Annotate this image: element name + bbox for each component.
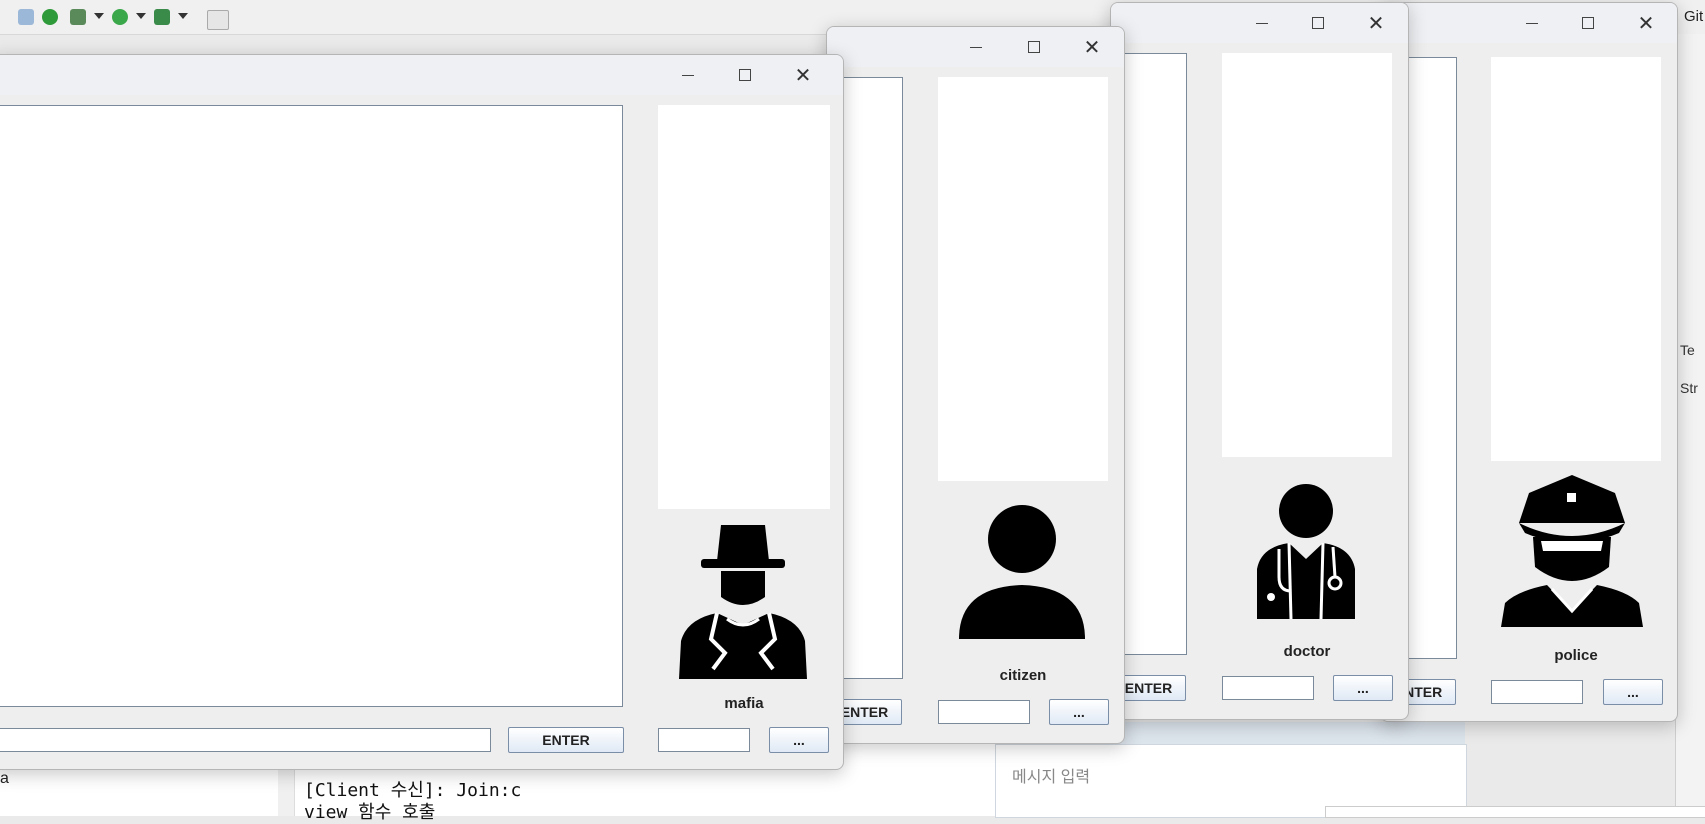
enter-button[interactable]: ENTER: [508, 727, 624, 753]
mafia-game-window: ✕ mafia ENTER ...: [0, 54, 844, 770]
chevron-down-icon[interactable]: [178, 13, 188, 19]
user-list[interactable]: [1491, 57, 1661, 461]
ide-left-text: a: [0, 770, 9, 787]
citizen-game-window: ✕ citizen ENTER ...: [826, 26, 1125, 744]
chat-message-input[interactable]: [0, 728, 491, 752]
role-input-field[interactable]: [938, 700, 1030, 724]
debug-icon[interactable]: [70, 9, 86, 25]
ide-right-panel: Te Str: [1675, 34, 1705, 816]
run-icon[interactable]: [112, 9, 128, 25]
more-button[interactable]: ...: [769, 727, 829, 753]
doctor-silhouette-icon: [1257, 484, 1355, 620]
minimize-button[interactable]: [1251, 12, 1273, 34]
minimize-button[interactable]: [677, 64, 699, 86]
chevron-down-icon[interactable]: [94, 13, 104, 19]
chevron-down-icon[interactable]: [136, 13, 146, 19]
power-icon[interactable]: [42, 9, 58, 25]
console-line: view 함수 호출: [304, 802, 436, 823]
mafia-silhouette-icon: [679, 525, 807, 679]
message-placeholder: 메시지 입력: [1012, 769, 1091, 786]
role-label-doctor: doctor: [1283, 643, 1331, 660]
maximize-button[interactable]: [1023, 36, 1045, 58]
user-list[interactable]: [1222, 53, 1392, 457]
minimize-button[interactable]: [1521, 12, 1543, 34]
right-panel-label[interactable]: Str: [1680, 380, 1698, 396]
window-titlebar[interactable]: [0, 55, 843, 95]
role-label-police: police: [1554, 647, 1598, 664]
doctor-game-window: ✕ doctor ENTER ...: [1110, 2, 1409, 720]
role-input-field[interactable]: [1222, 676, 1314, 700]
close-button[interactable]: ✕: [1365, 12, 1387, 35]
git-perspective-label[interactable]: Git: [1684, 8, 1703, 25]
maximize-button[interactable]: [1307, 12, 1329, 34]
close-button[interactable]: ✕: [1635, 12, 1657, 35]
close-button[interactable]: ✕: [1081, 36, 1103, 59]
bottom-popup: [1325, 806, 1705, 818]
coverage-icon[interactable]: [154, 9, 170, 25]
minimize-button[interactable]: [965, 36, 987, 58]
close-button[interactable]: ✕: [792, 64, 814, 87]
more-button[interactable]: ...: [1333, 675, 1393, 701]
role-label-mafia: mafia: [724, 695, 764, 712]
user-list[interactable]: [938, 77, 1108, 481]
more-button[interactable]: ...: [1603, 679, 1663, 705]
police-game-window: ✕ police ENTER ...: [1380, 2, 1678, 722]
role-input-field[interactable]: [658, 728, 750, 752]
maximize-button[interactable]: [1577, 12, 1599, 34]
chat-area[interactable]: [0, 105, 623, 707]
more-button[interactable]: ...: [1049, 699, 1109, 725]
maximize-button[interactable]: [734, 64, 756, 86]
user-list[interactable]: [658, 105, 830, 509]
citizen-silhouette-icon: [959, 505, 1085, 639]
role-label-citizen: citizen: [999, 667, 1047, 684]
toolbar-tool-icon[interactable]: [18, 9, 34, 25]
right-panel-label[interactable]: Te: [1680, 342, 1695, 358]
police-silhouette-icon: [1501, 475, 1643, 627]
role-input-field[interactable]: [1491, 680, 1583, 704]
java-app-tab-icon[interactable]: [207, 10, 229, 30]
